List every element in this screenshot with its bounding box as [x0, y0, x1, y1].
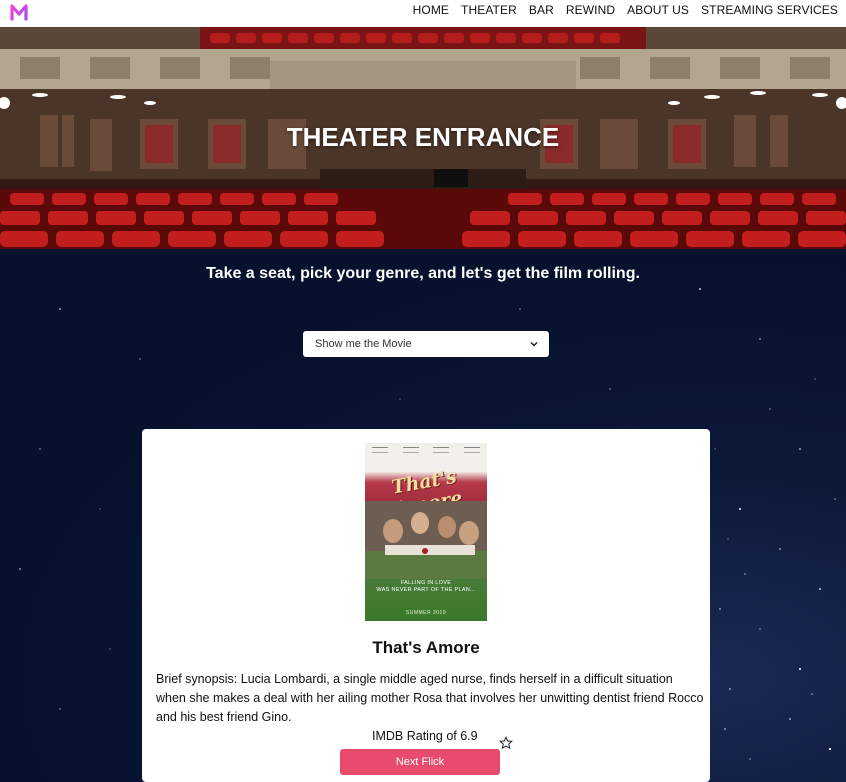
imdb-rating: IMDB Rating of 6.9 [372, 729, 478, 743]
site-logo[interactable] [9, 2, 29, 22]
nav-theater-link[interactable]: THEATER [455, 3, 523, 17]
nav-home-link[interactable]: HOME [407, 3, 455, 17]
next-flick-button[interactable]: Next Flick [340, 749, 500, 775]
poster-tagline: FALLING IN LOVE WAS NEVER PART OF THE PL… [376, 580, 476, 593]
poster-photo [365, 501, 487, 579]
poster-cast-names [365, 447, 487, 453]
nav-bar-link[interactable]: BAR [523, 3, 560, 17]
hero-title: THEATER ENTRANCE [286, 122, 560, 152]
star-icon[interactable] [499, 736, 513, 750]
genre-select-value: Show me the Movie [315, 338, 412, 350]
tagline: Take a seat, pick your genre, and let's … [206, 265, 640, 282]
chevron-down-icon [530, 341, 538, 347]
nav-rewind-link[interactable]: REWIND [560, 3, 621, 17]
top-navbar: HOME THEATER BAR REWIND ABOUT US STREAMI… [0, 0, 846, 27]
poster-date: SUMMER 2019 [405, 610, 447, 616]
nav-about-link[interactable]: ABOUT US [621, 3, 695, 17]
nav-links: HOME THEATER BAR REWIND ABOUT US STREAMI… [407, 0, 844, 20]
movie-title: That's Amore [372, 638, 480, 657]
hero-banner: THEATER ENTRANCE [0, 27, 846, 249]
nav-streaming-link[interactable]: STREAMING SERVICES [695, 3, 844, 17]
movie-synopsis: Brief synopsis: Lucia Lombardi, a single… [156, 672, 704, 724]
movie-poster: That's Amore FALLING IN LOVE WAS NEVER P… [365, 443, 487, 621]
genre-select[interactable]: Show me the Movie [303, 331, 549, 357]
movie-card: That's Amore FALLING IN LOVE WAS NEVER P… [142, 429, 710, 782]
